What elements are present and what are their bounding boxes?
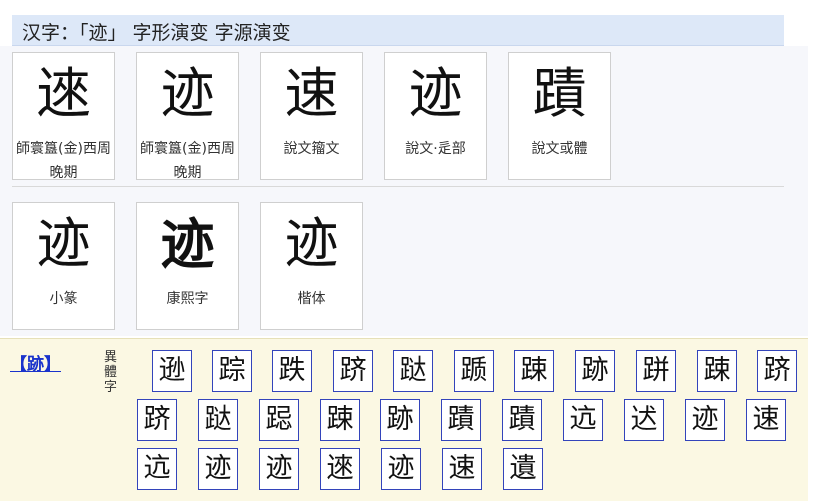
variant-char[interactable]: 蹟 (502, 399, 542, 441)
variant-char[interactable]: 跡 (380, 399, 420, 441)
glyph-image: 迹 (36, 212, 91, 275)
variant-char[interactable]: 迹 (381, 448, 421, 490)
variant-heading-link[interactable]: 【跡】 (10, 350, 61, 375)
variant-char[interactable]: 速 (746, 399, 786, 441)
page: 汉字：「迹」 字形演变 字源演变 逨 師寰簋(金)西周晚期 迹 師寰簋(金)西周… (0, 0, 818, 501)
glyph-caption: 師寰簋(金)西周晚期 (140, 141, 235, 180)
evolution-card[interactable]: 迹 楷体 (260, 202, 363, 330)
glyph-caption: 說文籀文 (283, 141, 340, 157)
evolution-card[interactable]: 迹 師寰簋(金)西周晚期 (136, 52, 239, 180)
glyph-caption: 康熙字 (166, 291, 209, 307)
evolution-card[interactable]: 迹 說文·辵部 (384, 52, 487, 180)
glyph-image: 迹 (284, 212, 339, 275)
glyph-caption: 說文或體 (531, 141, 588, 157)
glyph-caption: 說文·辵部 (405, 141, 466, 157)
variant-char[interactable]: 踈 (697, 350, 737, 392)
variant-char[interactable]: 迹 (259, 448, 299, 490)
glyph-image: 迹 (160, 62, 215, 125)
variant-char[interactable]: 迹 (685, 399, 725, 441)
variant-char[interactable]: 蹟 (441, 399, 481, 441)
glyph-caption: 小篆 (49, 291, 78, 307)
evolution-card[interactable]: 迹 康熙字 (136, 202, 239, 330)
variant-char[interactable]: 跻 (137, 399, 177, 441)
variant-char[interactable]: 逨 (320, 448, 360, 490)
variant-char[interactable]: 迒 (563, 399, 603, 441)
variant-char[interactable]: 迖 (624, 399, 664, 441)
evolution-card[interactable]: 逨 師寰簋(金)西周晚期 (12, 52, 115, 180)
variant-char[interactable]: 跰 (636, 350, 676, 392)
evolution-card[interactable]: 速 說文籀文 (260, 52, 363, 180)
variant-char[interactable]: 跻 (757, 350, 797, 392)
variant-char[interactable]: 遺 (503, 448, 543, 490)
evolution-card[interactable]: 迹 小篆 (12, 202, 115, 330)
glyph-image: 迹 (408, 62, 463, 125)
row-divider (12, 186, 784, 187)
variant-char[interactable]: 迹 (198, 448, 238, 490)
glyph-caption: 師寰簋(金)西周晚期 (16, 141, 111, 180)
variant-char[interactable]: 跌 (272, 350, 312, 392)
variant-char[interactable]: 迒 (137, 448, 177, 490)
glyph-image: 蹟 (532, 62, 587, 125)
page-title: 汉字：「迹」 字形演变 字源演变 (22, 22, 291, 44)
variant-char[interactable]: 跻 (333, 350, 373, 392)
variant-char[interactable]: 跽 (259, 399, 299, 441)
variant-char[interactable]: 逊 (152, 350, 192, 392)
variant-char[interactable]: 踬 (454, 350, 494, 392)
variant-char[interactable]: 踈 (514, 350, 554, 392)
glyph-image: 迹 (160, 212, 215, 276)
evolution-card[interactable]: 蹟 說文或體 (508, 52, 611, 180)
title-bar: 汉字：「迹」 字形演变 字源演变 (12, 15, 784, 46)
glyph-image: 逨 (36, 62, 91, 125)
variant-char[interactable]: 跶 (393, 350, 433, 392)
variant-char[interactable]: 跡 (575, 350, 615, 392)
variant-char[interactable]: 踈 (320, 399, 360, 441)
glyph-caption: 楷体 (297, 291, 326, 307)
variant-char[interactable]: 跶 (198, 399, 238, 441)
variant-label: 異體字 (104, 350, 118, 395)
variant-char[interactable]: 速 (442, 448, 482, 490)
glyph-image: 速 (284, 62, 339, 125)
variant-char[interactable]: 踪 (212, 350, 252, 392)
